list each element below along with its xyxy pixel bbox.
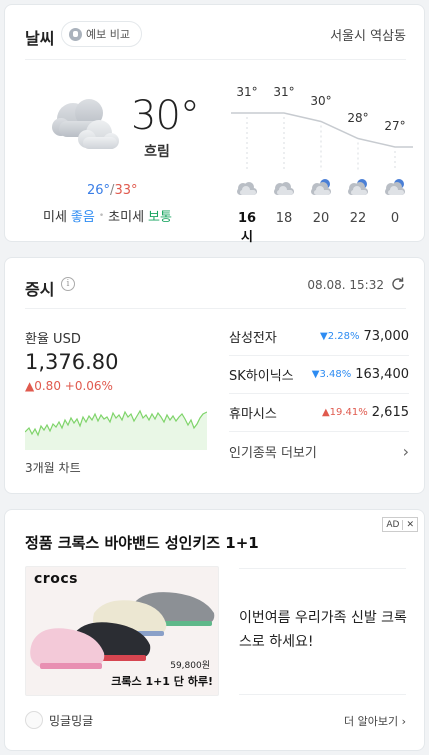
weather-card: 날씨 예보 비교 서울시 역삼동 30° 흐림 26°/33° 미세 좋음 • [4, 4, 425, 245]
weather-location[interactable]: 서울시 역삼동 [330, 25, 406, 44]
learn-more-link[interactable]: 더 알아보기 › [344, 713, 406, 729]
hourly-time: 18 [275, 211, 293, 226]
ad-description[interactable]: 이번여름 우리가족 신발 크록스로 하세요! [239, 606, 407, 654]
fx-label[interactable]: 환율 USD [25, 328, 81, 347]
popular-stocks-more-link[interactable]: 인기종목 더보기 › [229, 432, 409, 470]
night-cloudy-icon [311, 179, 331, 195]
hourly-temp: 30° [310, 93, 332, 108]
advertiser[interactable]: 밍글밍글 [25, 711, 93, 729]
fine-dust-value: 보통 [148, 210, 172, 225]
more-label: 인기종목 더보기 [229, 445, 317, 461]
stock-row[interactable]: 휴마시스 ▲19.41% 2,615 [229, 394, 409, 432]
chart-period-label[interactable]: 3개월 차트 [25, 459, 81, 476]
hourly-temp: 31° [273, 85, 295, 99]
dust-value: 좋음 [70, 210, 95, 225]
cloudy-icon [274, 182, 294, 195]
ad-title[interactable]: 정품 크록스 바야밴드 성인키즈 1+1 [25, 532, 259, 553]
fx-sparkline-chart[interactable] [25, 398, 207, 450]
cloudy-icon [52, 99, 119, 149]
hourly-time: 22 [349, 211, 367, 226]
learn-more-label: 더 알아보기 [343, 715, 399, 728]
temperature-range: 26°/33° [87, 183, 137, 198]
forecast-compare-button[interactable]: 예보 비교 [61, 21, 142, 47]
stock-row[interactable]: SK하이닉스 ▼3.48% 163,400 [229, 356, 409, 394]
stock-price: 2,615 [371, 405, 409, 420]
stock-timestamp: 08.08. 15:32 [307, 278, 384, 292]
divider [25, 308, 406, 309]
stock-name: 휴마시스 [229, 407, 277, 422]
hourly-time: 0 [390, 211, 400, 226]
night-cloudy-icon [385, 179, 405, 195]
stock-price: 163,400 [355, 367, 409, 382]
current-temperature: 30° [131, 93, 200, 139]
advertiser-name: 밍글밍글 [49, 713, 94, 728]
hourly-forecast[interactable]: 31° 16시 31° 18 30° 20 28° 22 27° 0 [225, 75, 415, 245]
stock-row[interactable]: 삼성전자 ▼2.28% 73,000 [229, 318, 409, 356]
hourly-temp: 31° [236, 85, 258, 99]
ad-card[interactable]: AD ✕ 정품 크록스 바야밴드 성인키즈 1+1 crocs 59,800원 … [4, 509, 425, 751]
stock-rate: ▼2.28% [320, 331, 360, 342]
compare-icon [69, 27, 82, 41]
stock-list: 삼성전자 ▼2.28% 73,000 SK하이닉스 ▼3.48% 163,400 휴마시스 ▲… [229, 318, 409, 470]
weather-condition: 흐림 [144, 144, 170, 160]
ad-image-price: 59,800원 [170, 661, 210, 671]
night-cloudy-icon [348, 179, 368, 195]
stock-rate: ▲19.41% [321, 407, 368, 418]
hourly-time: 20 [312, 211, 330, 226]
cloudy-icon [237, 182, 257, 195]
divider [25, 59, 406, 60]
forecast-compare-label: 예보 비교 [86, 28, 130, 41]
ad-image[interactable]: crocs 59,800원 크록스 1+1 단 하루! [25, 566, 219, 696]
high-temp: 33° [114, 183, 138, 198]
stock-card: 증시 i 08.08. 15:32 환율 USD 1,376.80 ▲0.80 … [4, 257, 425, 494]
weather-title[interactable]: 날씨 [25, 25, 54, 49]
low-temp: 26° [87, 183, 111, 198]
info-icon[interactable]: i [61, 277, 75, 291]
chevron-right-icon: › [401, 715, 406, 728]
stock-name: SK하이닉스 [229, 369, 294, 384]
hourly-time: 16시 [237, 211, 257, 245]
hourly-temp: 27° [384, 119, 406, 133]
chevron-right-icon: › [402, 441, 409, 461]
ad-label: AD [386, 519, 400, 530]
stock-rate: ▼3.48% [311, 369, 352, 380]
fx-change: ▲0.80 +0.06% [25, 379, 113, 393]
advertiser-logo [25, 711, 43, 729]
refresh-icon[interactable] [390, 276, 406, 292]
divider [239, 694, 406, 695]
stock-price: 73,000 [363, 329, 410, 344]
divider [239, 568, 406, 569]
stock-name: 삼성전자 [229, 331, 277, 346]
hourly-temp: 28° [347, 110, 369, 125]
ad-image-promo: 크록스 1+1 단 하루! [111, 675, 213, 688]
air-quality: 미세 좋음 • 초미세 보통 [43, 206, 172, 225]
fx-value: 1,376.80 [25, 350, 119, 374]
dust-label: 미세 [43, 210, 67, 225]
fine-dust-label: 초미세 [108, 210, 145, 225]
close-icon[interactable]: ✕ [402, 519, 417, 530]
ad-badge[interactable]: AD ✕ [382, 517, 418, 532]
stock-title[interactable]: 증시 [25, 276, 54, 300]
